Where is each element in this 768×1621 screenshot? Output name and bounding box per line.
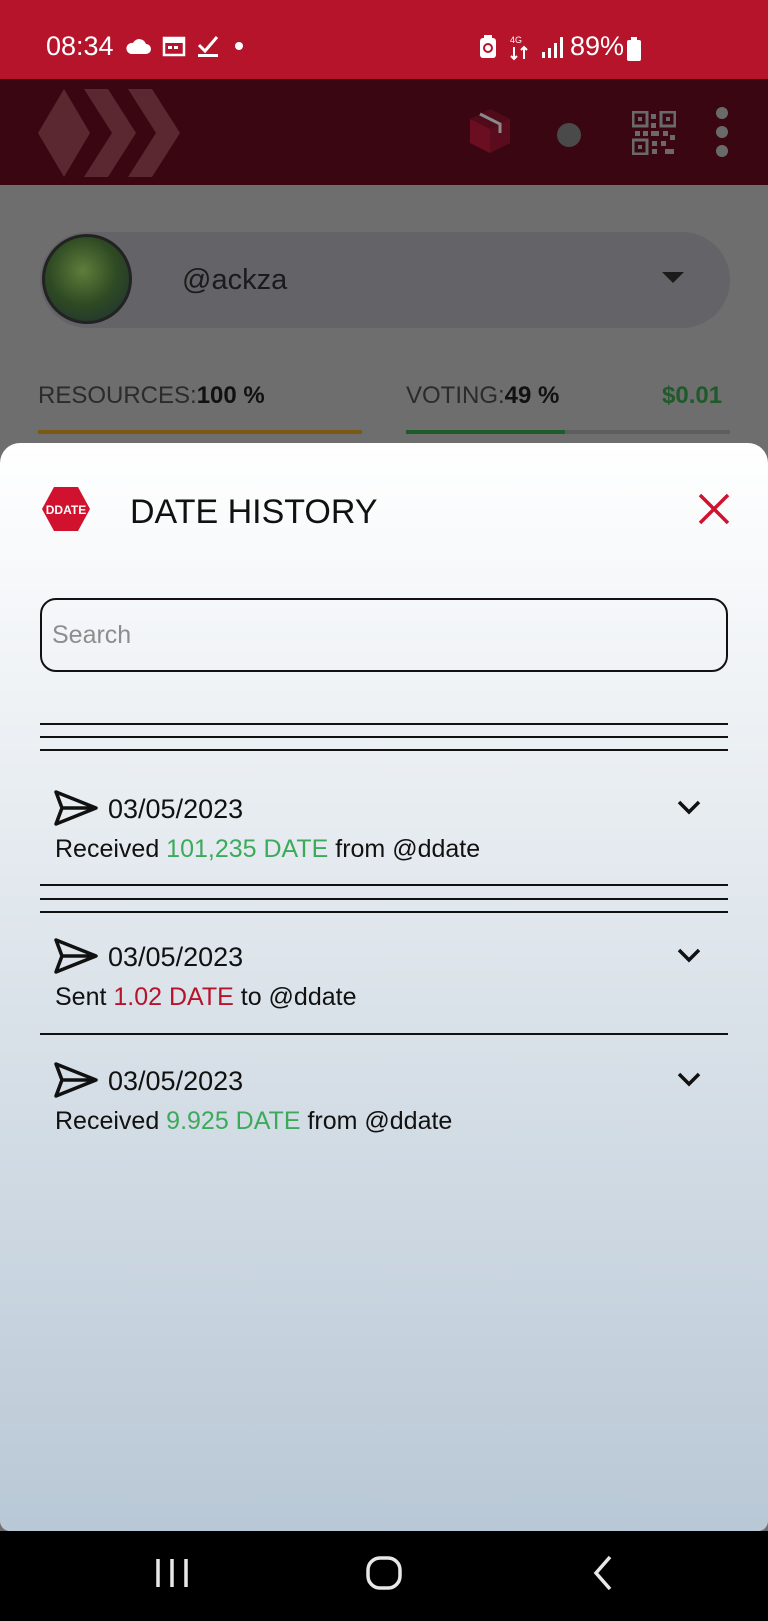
transaction-item[interactable]: 03/05/2023 Received 101,235 DATE from @d…	[40, 788, 728, 878]
calendar-icon	[162, 36, 186, 57]
send-icon	[54, 790, 98, 826]
vote-value: $0.01	[662, 382, 723, 409]
app-bar	[0, 79, 768, 185]
transaction-description: Received 101,235 DATE from @ddate	[55, 835, 481, 863]
battery-icon	[627, 37, 641, 61]
transaction-description: Received 9.925 DATE from @ddate	[55, 1107, 453, 1135]
transaction-item[interactable]: 03/05/2023 Received 9.925 DATE from @dda…	[40, 1060, 728, 1150]
transaction-date: 03/05/2023	[108, 942, 244, 972]
more-vert-icon[interactable]	[714, 107, 730, 157]
avatar	[42, 234, 132, 324]
divider	[40, 884, 728, 886]
chevron-down-icon[interactable]	[676, 1070, 702, 1088]
cloud-icon	[126, 39, 151, 54]
caret-down-icon	[662, 272, 684, 283]
dot-icon	[235, 42, 243, 50]
transaction-description: Sent 1.02 DATE to @ddate	[55, 983, 357, 1011]
account-selector[interactable]: @ackza	[40, 232, 730, 328]
status-icons-left	[124, 34, 248, 58]
battery-percent: 89%	[570, 31, 625, 61]
transaction-date: 03/05/2023	[108, 794, 244, 824]
divider	[40, 898, 728, 900]
check-icon	[197, 36, 219, 57]
status-dot-icon[interactable]	[557, 123, 581, 147]
transaction-amount: 9.925 DATE	[166, 1107, 301, 1135]
send-icon	[54, 1062, 98, 1098]
cube-icon[interactable]	[468, 107, 512, 155]
resources-value: 100 %	[196, 382, 265, 409]
signal-icon	[542, 37, 563, 58]
resources-bar	[38, 430, 362, 434]
account-username: @ackza	[182, 264, 288, 296]
home-icon[interactable]	[364, 1551, 404, 1595]
search-input[interactable]	[40, 598, 728, 672]
send-icon	[54, 938, 98, 974]
resources-bar-fill	[38, 430, 362, 434]
transaction-date: 03/05/2023	[108, 1066, 244, 1096]
chevron-down-icon[interactable]	[676, 946, 702, 964]
svg-text:DDATE: DDATE	[46, 503, 86, 517]
voting-bar-fill	[406, 430, 565, 434]
divider	[40, 723, 728, 725]
chevron-down-icon[interactable]	[676, 798, 702, 816]
system-nav-bar	[0, 1531, 768, 1621]
svg-text:4G: 4G	[510, 35, 522, 45]
data-arrows-icon: 4G	[510, 35, 528, 61]
status-time: 08:34	[46, 31, 114, 61]
qr-code-icon[interactable]	[632, 111, 676, 155]
sheet-title: DATE HISTORY	[130, 493, 378, 531]
transaction-amount: 101,235 DATE	[166, 835, 329, 863]
resources-label: RESOURCES:100 %	[38, 382, 265, 409]
voting-label: VOTING:49 %	[406, 382, 560, 409]
voting-value: 49 %	[504, 382, 560, 409]
divider	[40, 749, 728, 751]
wallet-summary: @ackza RESOURCES:100 % VOTING:49 % $0.01	[0, 185, 768, 445]
divider	[40, 1033, 728, 1035]
transaction-item[interactable]: 03/05/2023 Sent 1.02 DATE to @ddate	[40, 936, 728, 1026]
divider	[40, 736, 728, 738]
hive-logo	[38, 89, 180, 177]
transaction-amount: 1.02 DATE	[113, 983, 234, 1011]
date-history-sheet: DDATE DATE HISTORY 03/05/2023 Received 1…	[0, 443, 768, 1531]
recents-icon[interactable]	[152, 1551, 192, 1595]
back-icon[interactable]	[584, 1551, 624, 1595]
status-bar: 08:34 4G 89%	[0, 0, 768, 79]
battery-saver-icon	[480, 35, 496, 58]
ddate-logo: DDATE	[42, 487, 90, 531]
close-icon[interactable]	[694, 489, 734, 529]
divider	[40, 911, 728, 913]
status-icons-right: 4G	[478, 33, 566, 61]
voting-bar	[406, 430, 730, 434]
